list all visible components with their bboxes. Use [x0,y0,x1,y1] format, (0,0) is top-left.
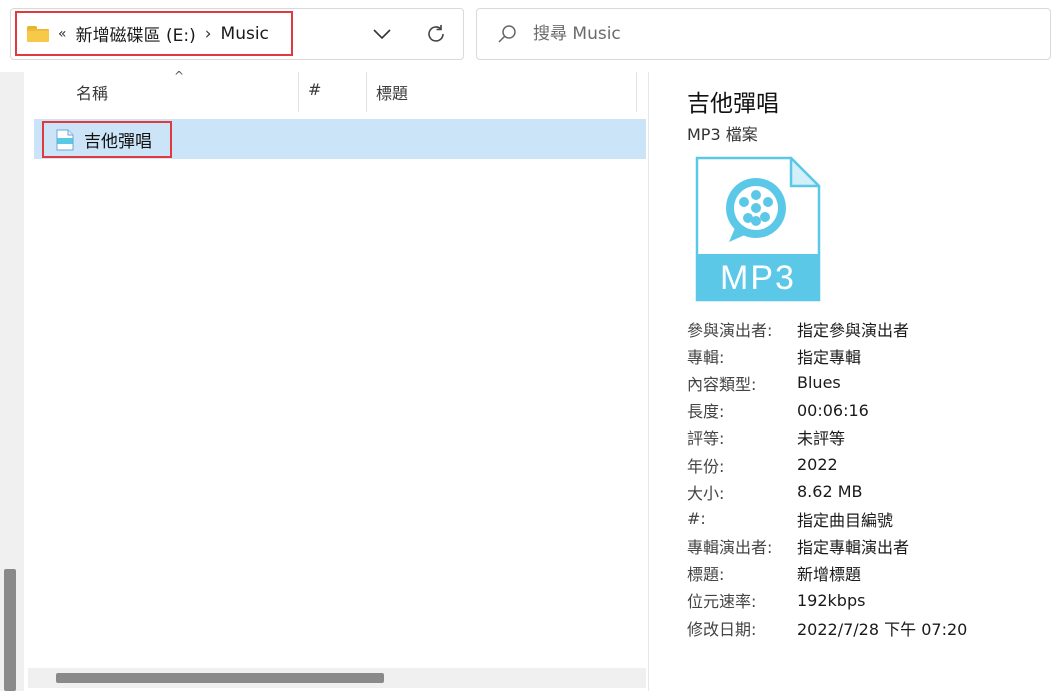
file-row[interactable]: 吉他彈唱 [34,119,646,159]
property-key: 位元速率: [687,592,757,612]
vertical-scroll-thumb[interactable] [4,569,16,691]
file-list: 名稱 ^ # 標題 吉他彈唱 [24,69,646,691]
breadcrumb-separator[interactable]: › [205,24,212,44]
properties-list: 參與演出者: 指定參與演出者 專輯: 指定專輯 內容類型: Blues 長度: 00:0… [687,315,1047,641]
breadcrumb-drive[interactable]: 新增磁碟區 (E:) [76,21,196,46]
property-row: 專輯: 指定專輯 [687,342,1047,369]
column-number[interactable]: # [308,80,321,99]
refresh-button[interactable] [423,21,449,47]
property-row: 評等: 未評等 [687,424,1047,451]
property-row: 專輯演出者: 指定專輯演出者 [687,533,1047,560]
column-title[interactable]: 標題 [376,80,408,104]
property-key: 修改日期: [687,619,757,639]
property-row: 修改日期: 2022/7/28 下午 07:20 [687,614,1047,641]
breadcrumb[interactable]: « 新增磁碟區 (E:) › Music [15,11,293,56]
property-key: 年份: [687,456,725,476]
column-header: 名稱 ^ # 標題 [24,69,646,112]
file-name-cell[interactable]: 吉他彈唱 [42,121,172,158]
property-row: 年份: 2022 [687,451,1047,478]
property-row: 位元速率: 192kbps [687,587,1047,614]
breadcrumb-overflow-button[interactable]: « [58,26,67,42]
details-file-type: MP3 檔案 [687,125,758,144]
property-key: 參與演出者: [687,320,773,340]
property-row: 內容類型: Blues [687,369,1047,396]
property-value[interactable]: 指定專輯演出者 [797,534,909,558]
column-divider[interactable] [366,72,367,112]
mp3-file-icon: MP3 [695,156,821,302]
file-explorer-window: « 新增磁碟區 (E:) › Music 名稱 [0,0,1057,691]
property-key: #: [687,509,706,529]
column-name[interactable]: 名稱 [76,80,108,104]
folder-icon [27,25,49,42]
property-value[interactable]: 新增標題 [797,561,861,585]
property-value: 8.62 MB [797,482,863,502]
property-value[interactable]: 指定曲目編號 [797,507,893,531]
property-value: 00:06:16 [797,400,869,420]
property-value[interactable]: Blues [797,373,841,392]
property-value: 2022/7/28 下午 07:20 [797,619,968,639]
property-key: 評等: [687,429,725,449]
details-title: 吉他彈唱 [687,91,779,117]
column-divider[interactable] [298,72,299,112]
address-bar[interactable]: « 新增磁碟區 (E:) › Music [10,8,464,60]
refresh-icon [428,25,444,42]
column-divider[interactable] [636,72,637,112]
chevron-down-icon [373,29,391,40]
file-name: 吉他彈唱 [84,132,152,152]
property-key: 專輯: [687,347,725,367]
breadcrumb-folder[interactable]: Music [221,24,269,44]
search-icon [498,25,516,43]
property-value[interactable]: 指定專輯 [797,344,861,368]
navigation-pane-scrollbar[interactable] [0,72,24,691]
property-value[interactable]: 2022 [797,455,838,474]
property-value[interactable]: 指定參與演出者 [797,317,909,341]
address-dropdown-button[interactable] [369,21,395,47]
property-key: 專輯演出者: [687,538,773,558]
property-key: 內容類型: [687,374,757,394]
sort-ascending-icon: ^ [174,69,185,83]
mp3-file-icon [56,129,74,150]
mp3-icon-label: MP3 [720,259,796,297]
property-key: 長度: [687,402,725,422]
horizontal-scrollbar[interactable] [28,668,646,688]
property-row: 參與演出者: 指定參與演出者 [687,315,1047,342]
property-row: 標題: 新增標題 [687,560,1047,587]
property-value[interactable]: 未評等 [797,425,845,449]
search-input[interactable] [533,24,1013,44]
property-value: 192kbps [797,590,866,610]
details-pane: 吉他彈唱 MP3 檔案 MP3 參與演出者: 指定參與演出者 專輯: 指定專輯 內容… [648,72,1057,691]
property-row: 大小: 8.62 MB [687,478,1047,505]
search-box[interactable] [476,8,1051,60]
property-row: 長度: 00:06:16 [687,397,1047,424]
property-row: #: 指定曲目編號 [687,505,1047,532]
horizontal-scroll-thumb[interactable] [56,673,384,683]
property-key: 大小: [687,483,725,503]
property-key: 標題: [687,565,725,585]
